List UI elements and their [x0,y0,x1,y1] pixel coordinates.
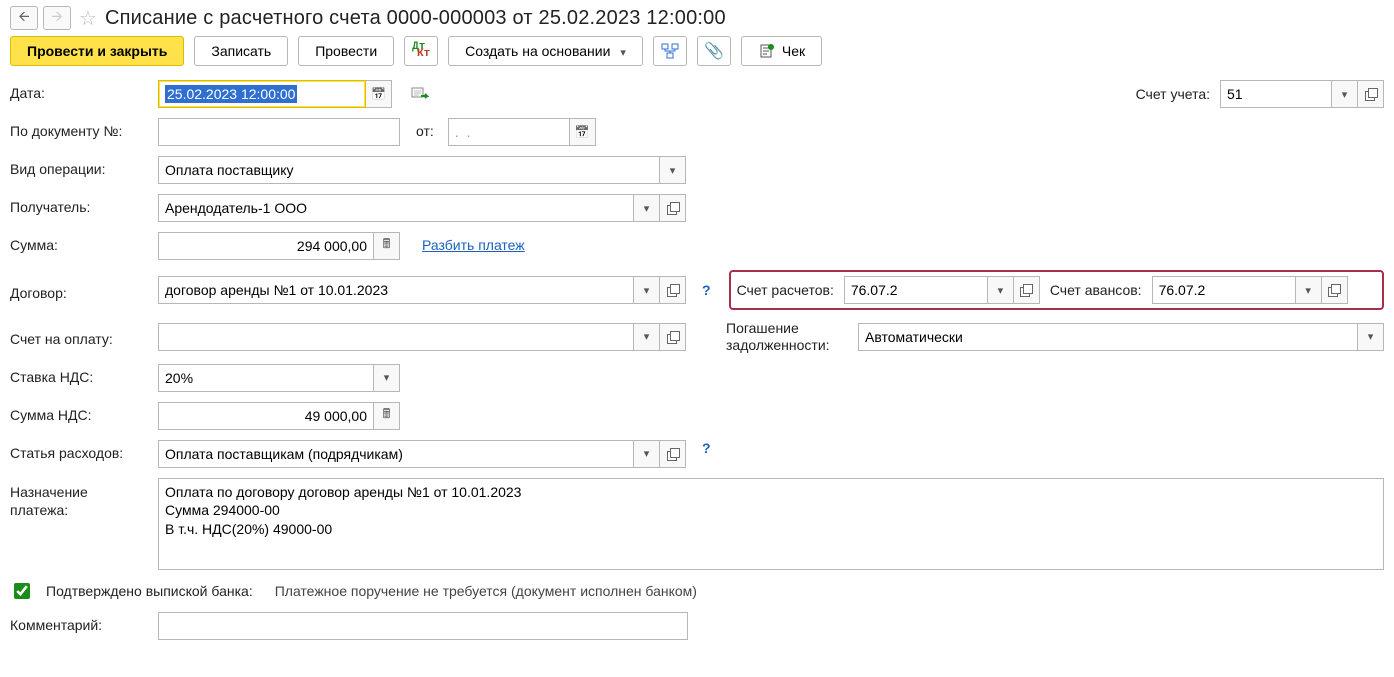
title-bar: 🡨 🡪 ☆ Списание с расчетного счета 0000-0… [10,6,1384,30]
optype-input[interactable] [158,156,660,184]
receipt-icon [758,43,776,59]
advance-account-open-button[interactable] [1322,276,1348,304]
from-date-calendar-button[interactable] [570,118,596,146]
open-icon [1365,88,1377,100]
recipient-dropdown-button[interactable]: ▾ [634,194,660,222]
create-based-on-button[interactable]: Создать на основании [448,36,643,66]
vat-sum-label: Сумма НДС: [10,402,148,423]
invoice-label: Счет на оплату: [10,326,148,347]
advance-account-label: Счет авансов: [1050,282,1142,298]
account-input[interactable] [1220,80,1332,108]
recipient-label: Получатель: [10,194,148,215]
vat-rate-input[interactable] [158,364,374,392]
calculator-icon [383,235,391,257]
vat-sum-calc-button[interactable] [374,402,400,430]
date-value-selected: 25.02.2023 12:00:00 [165,85,297,103]
amount-input[interactable] [158,232,374,260]
contract-help-button[interactable]: ? [702,282,711,298]
debt-repay-label: Погашение задолженности: [726,320,848,354]
amount-label: Сумма: [10,232,148,253]
optype-dropdown-button[interactable]: ▾ [660,156,686,184]
cheque-button[interactable]: Чек [741,36,822,66]
open-icon [667,448,679,460]
split-payment-link[interactable]: Разбить платеж [422,232,525,253]
expense-item-open-button[interactable] [660,440,686,468]
date-calendar-button[interactable] [366,80,392,108]
date-label: Дата: [10,80,148,101]
open-icon [1328,284,1340,296]
vat-rate-dropdown-button[interactable]: ▾ [374,364,400,392]
expense-item-label: Статья расходов: [10,440,148,461]
purpose-label: Назначение платежа: [10,478,148,519]
purpose-textarea[interactable] [158,478,1384,570]
cheque-label: Чек [782,43,805,59]
docno-input[interactable] [158,118,400,146]
calc-account-input[interactable] [844,276,988,304]
nav-forward-button[interactable]: 🡪 [43,6,71,30]
create-based-on-label: Создать на основании [465,43,610,59]
account-label: Счет учета: [1136,86,1210,102]
calendar-icon [575,125,590,139]
optype-label: Вид операции: [10,156,148,177]
form-body: Дата: 25.02.2023 12:00:00 Счет учета: ▾ [10,80,1384,640]
from-label: от: [410,118,438,139]
dtkt-icon: ДтКт [412,43,430,59]
vat-rate-label: Ставка НДС: [10,364,148,385]
expense-item-help-button[interactable]: ? [702,440,711,456]
calc-account-open-button[interactable] [1014,276,1040,304]
recipient-input[interactable] [158,194,634,222]
contract-input[interactable] [158,276,634,304]
date-input[interactable]: 25.02.2023 12:00:00 [158,80,366,108]
post-button[interactable]: Провести [298,36,394,66]
confirmed-checkbox[interactable] [14,583,30,599]
toolbar: Провести и закрыть Записать Провести ДтК… [10,36,1384,66]
contract-label: Договор: [10,280,148,301]
confirmed-label: Подтверждено выпиской банка: [46,583,253,599]
date-field-group: 25.02.2023 12:00:00 [158,80,392,108]
contract-dropdown-button[interactable]: ▾ [634,276,660,304]
comment-label: Комментарий: [10,612,148,633]
structure-icon [661,43,679,59]
paperclip-icon: 📎 [704,41,724,61]
post-and-close-button[interactable]: Провести и закрыть [10,36,184,66]
open-icon [667,284,679,296]
page-title: Списание с расчетного счета 0000-000003 … [105,7,726,30]
write-button[interactable]: Записать [194,36,288,66]
advance-account-input[interactable] [1152,276,1296,304]
calendar-icon [371,87,386,101]
docno-label: По документу №: [10,118,148,139]
open-icon [1020,284,1032,296]
payorder-note: Платежное поручение не требуется (докуме… [275,583,697,599]
contract-open-button[interactable] [660,276,686,304]
from-date-input[interactable] [448,118,570,146]
open-icon [667,331,679,343]
debt-repay-dropdown-button[interactable]: ▾ [1358,323,1384,351]
calculator-icon [383,405,391,427]
expense-item-input[interactable] [158,440,634,468]
debt-repay-input[interactable] [858,323,1358,351]
account-dropdown-button[interactable]: ▾ [1332,80,1358,108]
advance-account-dropdown-button[interactable]: ▾ [1296,276,1322,304]
recipient-open-button[interactable] [660,194,686,222]
apply-arrow-icon [411,86,431,102]
invoice-input[interactable] [158,323,634,351]
attachment-button[interactable]: 📎 [697,36,731,66]
expense-item-dropdown-button[interactable]: ▾ [634,440,660,468]
calc-account-dropdown-button[interactable]: ▾ [988,276,1014,304]
open-icon [667,202,679,214]
account-open-button[interactable] [1358,80,1384,108]
vat-sum-input[interactable] [158,402,374,430]
calc-account-label: Счет расчетов: [737,282,834,298]
favorite-star-icon[interactable]: ☆ [77,7,99,29]
invoice-open-button[interactable] [660,323,686,351]
invoice-dropdown-button[interactable]: ▾ [634,323,660,351]
date-apply-button[interactable] [408,80,434,108]
dtkt-button[interactable]: ДтКт [404,36,438,66]
structure-button[interactable] [653,36,687,66]
accounts-highlight-box: Счет расчетов: ▾ Счет авансов: ▾ [729,270,1384,310]
comment-input[interactable] [158,612,688,640]
nav-back-button[interactable]: 🡨 [10,6,38,30]
amount-calc-button[interactable] [374,232,400,260]
